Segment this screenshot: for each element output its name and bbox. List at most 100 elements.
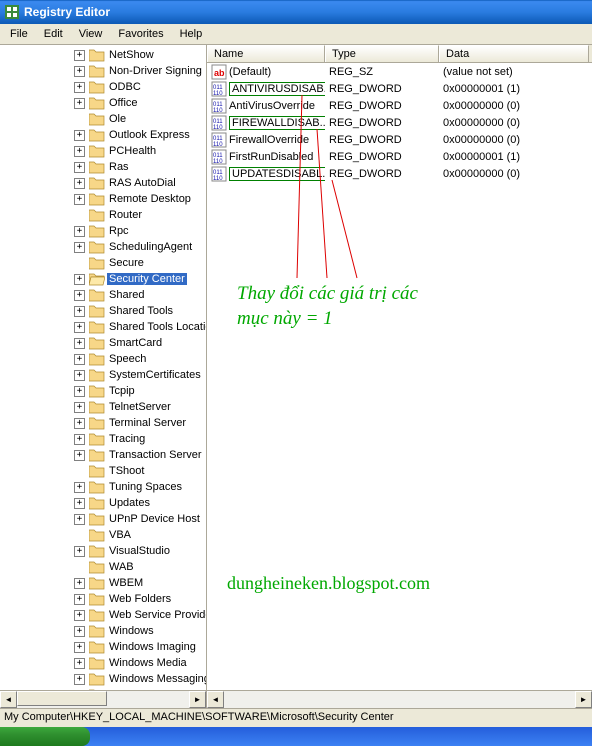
tree-node[interactable]: +Shared	[4, 287, 206, 303]
tree-node[interactable]: +Non-Driver Signing	[4, 63, 206, 79]
menu-favorites[interactable]: Favorites	[110, 26, 171, 42]
list-hscroll[interactable]: ◄ ►	[207, 690, 592, 708]
folder-closed-icon	[89, 416, 105, 430]
tree-node[interactable]: +PCHealth	[4, 143, 206, 159]
tree-node[interactable]: +Updates	[4, 495, 206, 511]
value-row[interactable]: FIREWALLDISAB...REG_DWORD0x00000000 (0)	[207, 114, 592, 131]
value-row[interactable]: ANTIVIRUSDISAB...REG_DWORD0x00000001 (1)	[207, 80, 592, 97]
col-data[interactable]: Data	[439, 45, 589, 62]
expand-icon[interactable]: +	[74, 178, 85, 189]
value-row[interactable]: AntiVirusOverrideREG_DWORD0x00000000 (0)	[207, 97, 592, 114]
expand-icon[interactable]: +	[74, 290, 85, 301]
expand-icon[interactable]: +	[74, 66, 85, 77]
value-row[interactable]: (Default)REG_SZ(value not set)	[207, 63, 592, 80]
scroll-thumb[interactable]	[17, 691, 107, 706]
tree-node[interactable]: +Rpc	[4, 223, 206, 239]
expand-icon[interactable]: +	[74, 226, 85, 237]
expand-icon[interactable]: +	[74, 402, 85, 413]
registry-tree[interactable]: +NetShow+Non-Driver Signing+ODBC+OfficeO…	[0, 45, 206, 690]
expand-icon[interactable]: +	[74, 482, 85, 493]
tree-node[interactable]: +Tracing	[4, 431, 206, 447]
tree-node[interactable]: +Security Center	[4, 271, 206, 287]
expand-icon[interactable]: +	[74, 418, 85, 429]
expand-icon[interactable]: +	[74, 306, 85, 317]
expand-icon[interactable]: +	[74, 98, 85, 109]
col-type[interactable]: Type	[325, 45, 439, 62]
tree-node[interactable]: VBA	[4, 527, 206, 543]
tree-node[interactable]: +TelnetServer	[4, 399, 206, 415]
tree-node[interactable]: Router	[4, 207, 206, 223]
tree-node[interactable]: +Windows Messaging	[4, 671, 206, 687]
expand-icon[interactable]: +	[74, 674, 85, 685]
tree-node[interactable]: Ole	[4, 111, 206, 127]
expand-icon[interactable]: +	[74, 658, 85, 669]
tree-node[interactable]: +RAS AutoDial	[4, 175, 206, 191]
scroll-left-button[interactable]: ◄	[207, 691, 224, 708]
value-row[interactable]: FirewallOverrideREG_DWORD0x00000000 (0)	[207, 131, 592, 148]
tree-node[interactable]: +Office	[4, 95, 206, 111]
tree-node[interactable]: +SystemCertificates	[4, 367, 206, 383]
expand-icon[interactable]: +	[74, 626, 85, 637]
tree-node[interactable]: +Web Folders	[4, 591, 206, 607]
expand-icon[interactable]: +	[74, 642, 85, 653]
scroll-right-button[interactable]: ►	[189, 691, 206, 708]
menu-edit[interactable]: Edit	[36, 26, 71, 42]
start-button[interactable]	[0, 727, 90, 746]
expand-icon[interactable]: +	[74, 194, 85, 205]
expand-icon[interactable]: +	[74, 130, 85, 141]
tree-node[interactable]: +Shared Tools Location	[4, 319, 206, 335]
tree-node[interactable]: +NetShow	[4, 47, 206, 63]
tree-node[interactable]: +Speech	[4, 351, 206, 367]
col-name[interactable]: Name	[207, 45, 325, 62]
tree-node[interactable]: +Windows	[4, 623, 206, 639]
expand-icon[interactable]: +	[74, 274, 85, 285]
tree-node[interactable]: +Outlook Express	[4, 127, 206, 143]
tree-node[interactable]: +Web Service Providers	[4, 607, 206, 623]
tree-node[interactable]: +SchedulingAgent	[4, 239, 206, 255]
expand-icon[interactable]: +	[74, 578, 85, 589]
menu-help[interactable]: Help	[172, 26, 211, 42]
expand-icon[interactable]: +	[74, 146, 85, 157]
expand-icon[interactable]: +	[74, 370, 85, 381]
tree-node[interactable]: +Tuning Spaces	[4, 479, 206, 495]
expand-icon[interactable]: +	[74, 594, 85, 605]
expand-icon[interactable]: +	[74, 610, 85, 621]
tree-node[interactable]: +WBEM	[4, 575, 206, 591]
value-row[interactable]: UPDATESDISABL...REG_DWORD0x00000000 (0)	[207, 165, 592, 182]
expand-icon[interactable]: +	[74, 546, 85, 557]
scroll-right-button[interactable]: ►	[575, 691, 592, 708]
expand-icon[interactable]: +	[74, 514, 85, 525]
tree-node[interactable]: +Windows Media	[4, 655, 206, 671]
tree-node[interactable]: +Tcpip	[4, 383, 206, 399]
expand-icon[interactable]: +	[74, 386, 85, 397]
tree-node[interactable]: +VisualStudio	[4, 543, 206, 559]
tree-node[interactable]: +Remote Desktop	[4, 191, 206, 207]
tree-node[interactable]: +ODBC	[4, 79, 206, 95]
expand-icon[interactable]: +	[74, 354, 85, 365]
tree-node[interactable]: WAB	[4, 559, 206, 575]
tree-hscroll[interactable]: ◄ ►	[0, 690, 206, 708]
tree-node[interactable]: +Terminal Server	[4, 415, 206, 431]
tree-node[interactable]: Secure	[4, 255, 206, 271]
expand-icon[interactable]: +	[74, 498, 85, 509]
expand-icon[interactable]: +	[74, 82, 85, 93]
tree-node[interactable]: +Ras	[4, 159, 206, 175]
expand-icon[interactable]: +	[74, 162, 85, 173]
tree-node[interactable]: +UPnP Device Host	[4, 511, 206, 527]
expand-icon[interactable]: +	[74, 450, 85, 461]
expand-icon[interactable]: +	[74, 50, 85, 61]
value-row[interactable]: FirstRunDisabledREG_DWORD0x00000001 (1)	[207, 148, 592, 165]
menu-view[interactable]: View	[71, 26, 111, 42]
tree-node[interactable]: +Transaction Server	[4, 447, 206, 463]
menu-file[interactable]: File	[2, 26, 36, 42]
expand-icon[interactable]: +	[74, 338, 85, 349]
expand-icon[interactable]: +	[74, 242, 85, 253]
expand-icon[interactable]: +	[74, 322, 85, 333]
tree-node[interactable]: +Windows Imaging	[4, 639, 206, 655]
scroll-left-button[interactable]: ◄	[0, 691, 17, 708]
value-list[interactable]: (Default)REG_SZ(value not set)ANTIVIRUSD…	[207, 63, 592, 690]
tree-node[interactable]: TShoot	[4, 463, 206, 479]
tree-node[interactable]: +Shared Tools	[4, 303, 206, 319]
tree-node[interactable]: +SmartCard	[4, 335, 206, 351]
expand-icon[interactable]: +	[74, 434, 85, 445]
